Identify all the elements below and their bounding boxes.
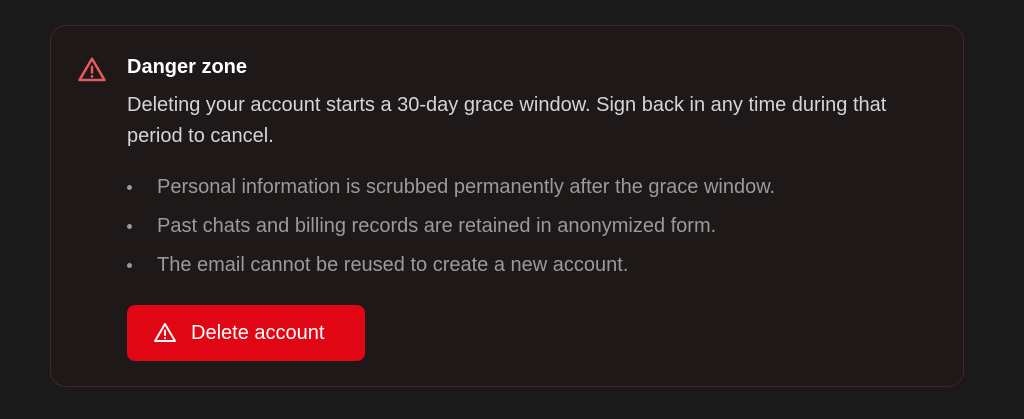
delete-account-label: Delete account [191,321,325,344]
list-item: Past chats and billing records are retai… [127,211,775,250]
warning-triangle-icon [153,321,177,345]
delete-account-button[interactable]: Delete account [127,305,365,361]
warning-triangle-icon [77,55,107,85]
consequence-list: Personal information is scrubbed permane… [127,172,775,289]
list-item: The email cannot be reused to create a n… [127,250,775,289]
bullet-dot [127,185,132,190]
list-item-text: The email cannot be reused to create a n… [157,254,629,276]
bullet-dot [127,224,132,229]
bullet-dot [127,263,132,268]
list-item: Personal information is scrubbed permane… [127,172,775,211]
danger-zone-description: Deleting your account starts a 30-day gr… [127,94,887,147]
list-item-text: Personal information is scrubbed permane… [157,176,776,198]
danger-zone-title: Danger zone [127,56,248,78]
list-item-text: Past chats and billing records are retai… [157,215,717,237]
